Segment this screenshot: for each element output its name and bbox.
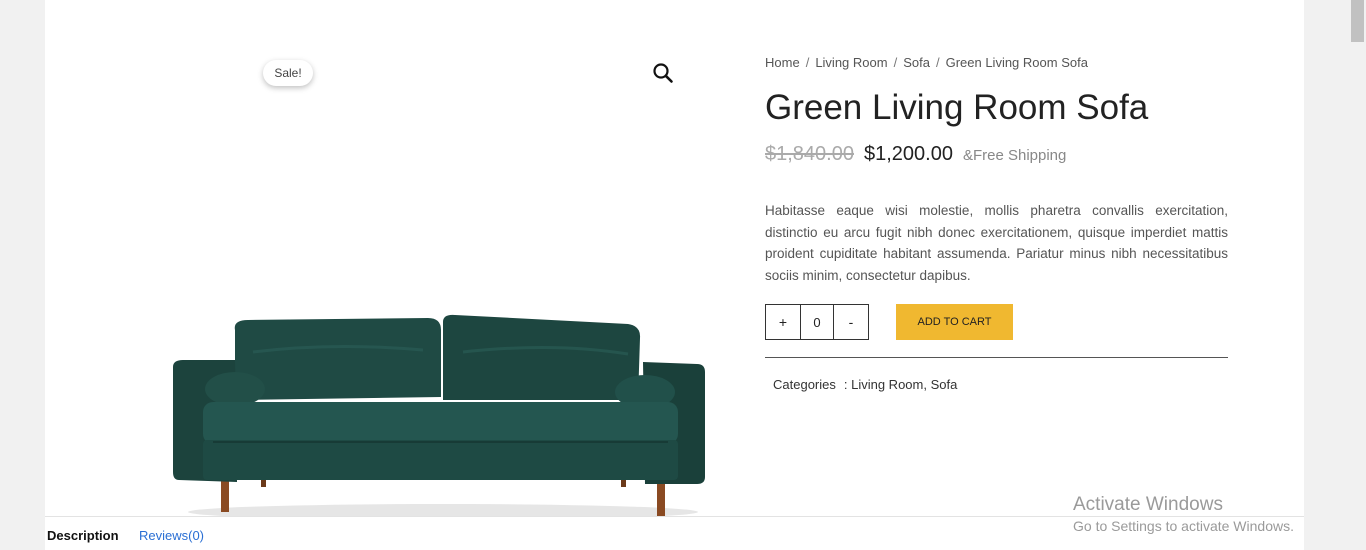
product-image[interactable]: [173, 312, 707, 522]
add-to-cart-button[interactable]: ADD TO CART: [896, 304, 1013, 340]
scrollbar-thumb[interactable]: [1351, 0, 1364, 42]
product-page: Sale! Home / Living Room / Sofa / Green …: [45, 0, 1304, 520]
product-description: Habitasse eaque wisi molestie, mollis ph…: [765, 203, 1228, 283]
breadcrumb-living-room[interactable]: Living Room: [815, 55, 887, 70]
search-icon[interactable]: [652, 62, 674, 84]
categories-links[interactable]: : Living Room, Sofa: [844, 377, 957, 392]
activate-windows-watermark: Activate Windows Go to Settings to activ…: [1073, 494, 1294, 534]
tab-description[interactable]: Description: [47, 528, 119, 543]
breadcrumb: Home / Living Room / Sofa / Green Living Room …: [765, 55, 1088, 70]
sale-price: $1,200.00: [863, 143, 953, 165]
product-title: Green Living Room Sofa: [765, 88, 1149, 127]
watermark-subtitle: Go to Settings to activate Windows.: [1073, 518, 1294, 534]
tab-reviews[interactable]: Reviews(0): [139, 528, 204, 543]
watermark-title: Activate Windows: [1073, 494, 1223, 515]
categories-label: Categories: [773, 377, 836, 392]
product-categories: Categories : Living Room, Sofa: [773, 377, 957, 392]
quantity-stepper: + -: [765, 304, 869, 340]
price-row: $1,840.00 $1,200.00 &Free Shipping: [765, 143, 1066, 166]
quantity-increment-button[interactable]: +: [766, 305, 800, 339]
breadcrumb-separator: /: [805, 55, 810, 70]
quantity-input[interactable]: [800, 305, 834, 339]
cart-form: + - ADD TO CART: [765, 304, 1013, 340]
shipping-note: &Free Shipping: [962, 147, 1067, 164]
breadcrumb-separator: /: [935, 55, 940, 70]
breadcrumb-separator: /: [893, 55, 898, 70]
original-price: $1,840.00: [765, 143, 854, 165]
breadcrumb-home[interactable]: Home: [765, 55, 800, 70]
sale-badge: Sale!: [263, 60, 313, 86]
scrollbar[interactable]: [1349, 0, 1366, 550]
breadcrumb-current: Green Living Room Sofa: [945, 55, 1088, 70]
breadcrumb-sofa[interactable]: Sofa: [903, 55, 930, 70]
quantity-decrement-button[interactable]: -: [834, 305, 868, 339]
product-gallery: Sale!: [107, 40, 705, 520]
divider: [765, 357, 1228, 358]
